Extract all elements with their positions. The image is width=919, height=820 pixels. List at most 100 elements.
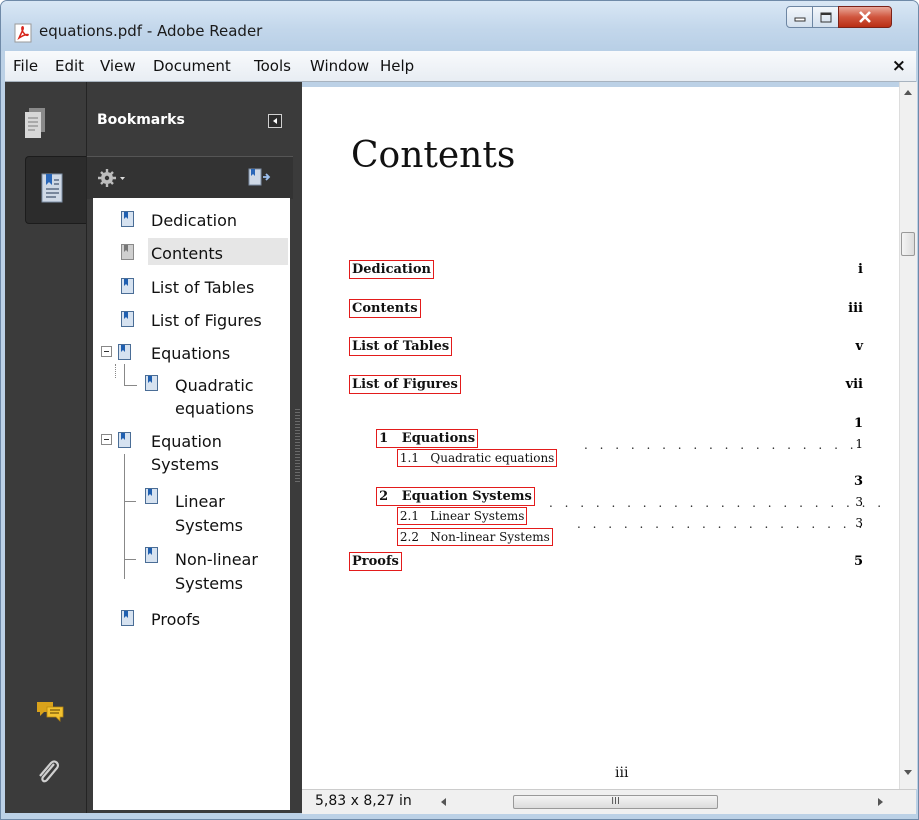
maximize-button[interactable] — [812, 6, 839, 28]
bookmark-current-icon — [121, 244, 134, 260]
bookmark-icon — [121, 610, 134, 626]
vertical-scroll-thumb[interactable] — [901, 232, 915, 256]
bookmark-icon — [121, 278, 134, 294]
horizontal-scrollbar[interactable]: III — [437, 794, 887, 810]
menu-document[interactable]: Document — [153, 57, 231, 75]
bookmark-linear-systems[interactable]: Linear — [175, 490, 225, 514]
expand-bookmark-icon[interactable] — [247, 167, 273, 189]
scroll-left-arrow-icon[interactable] — [441, 798, 446, 806]
collapse-panel-button[interactable] — [268, 114, 282, 128]
document-page: Contents Dedication i Contents iii List … — [302, 87, 899, 789]
bookmarks-title: Bookmarks — [97, 112, 185, 128]
bookmarks-icon — [41, 173, 63, 203]
toc-page-dedication: i — [858, 262, 863, 277]
bookmark-non-linear-systems-line2[interactable]: Systems — [175, 572, 243, 596]
toc-leader-dots: . . . . . . . . . . . . . . . . . . — [584, 438, 858, 452]
bookmark-contents[interactable]: Contents — [151, 242, 223, 266]
toc-link-non-linear-systems[interactable]: 2.2 Non-linear Systems — [396, 528, 553, 546]
page-heading: Contents — [351, 135, 516, 176]
toc-page-proofs: 5 — [853, 554, 863, 569]
collapse-toggle-equation-systems[interactable] — [101, 434, 112, 445]
bookmark-equation-systems[interactable]: Equation — [151, 430, 222, 454]
toc-page-quadratic-equations: 1 — [855, 437, 863, 451]
bookmark-icon — [145, 488, 158, 504]
app-window: equations.pdf - Adobe Reader File Edit V… — [0, 0, 919, 820]
menu-bar: File Edit View Document Tools Window Hel… — [5, 51, 916, 82]
pdf-file-icon — [14, 23, 32, 43]
tree-connector — [124, 454, 125, 579]
vertical-scrollbar[interactable] — [899, 82, 917, 789]
bookmarks-header: Bookmarks — [87, 82, 294, 156]
bookmark-icon — [145, 375, 158, 391]
menu-file[interactable]: File — [13, 57, 38, 75]
bookmark-list-of-tables[interactable]: List of Tables — [151, 276, 254, 300]
toc-leader-dots: . . . . . . . . . . . . . . . . . . . . … — [549, 496, 886, 510]
menu-view[interactable]: View — [100, 57, 136, 75]
minimize-icon — [794, 17, 805, 22]
bookmarks-tab[interactable] — [25, 156, 90, 224]
maximize-icon — [820, 12, 831, 22]
pages-icon[interactable] — [22, 106, 48, 140]
menu-edit[interactable]: Edit — [55, 57, 84, 75]
toc-leader-dots: . . . . . . . . . . . . . . . . . . . — [577, 517, 867, 531]
bookmark-equations[interactable]: Equations — [151, 342, 230, 366]
menu-help[interactable]: Help — [380, 57, 414, 75]
bookmark-icon — [118, 432, 131, 448]
toc-page-list-of-figures: vii — [845, 377, 863, 392]
bookmark-list-of-figures[interactable]: List of Figures — [151, 309, 262, 333]
bookmark-linear-systems-line2[interactable]: Systems — [175, 514, 243, 538]
bookmark-quadratic-equations-line2[interactable]: equations — [175, 397, 254, 421]
tree-connector — [124, 364, 137, 386]
bookmark-icon — [145, 547, 158, 563]
bookmark-icon — [121, 211, 134, 227]
scroll-right-arrow-icon[interactable] — [878, 798, 883, 806]
toc-page-equations: 1 — [853, 416, 863, 431]
menu-window[interactable]: Window — [310, 57, 369, 75]
tree-connector — [115, 364, 116, 378]
menu-tools[interactable]: Tools — [254, 57, 291, 75]
panel-splitter[interactable] — [293, 82, 302, 813]
bookmark-tree: Dedication Contents List of Tables List … — [93, 198, 290, 810]
toc-link-quadratic-equations[interactable]: 1.1 Quadratic equations — [396, 449, 558, 467]
window-title: equations.pdf - Adobe Reader — [39, 22, 263, 40]
bookmark-dedication[interactable]: Dedication — [151, 209, 237, 233]
bookmark-icon — [118, 344, 131, 360]
scroll-down-arrow-icon[interactable] — [904, 770, 912, 775]
close-window-button[interactable] — [838, 6, 892, 28]
toc-page-linear-systems: 3 — [855, 495, 863, 509]
toc-page-non-linear-systems: 3 — [855, 516, 863, 530]
bookmark-non-linear-systems[interactable]: Non-linear — [175, 548, 258, 572]
status-bar: 5,83 x 8,27 in III — [302, 789, 916, 814]
collapse-toggle-equations[interactable] — [101, 346, 112, 357]
triangle-left-icon — [273, 118, 277, 124]
tree-connector — [124, 559, 136, 560]
title-bar: equations.pdf - Adobe Reader — [1, 1, 918, 51]
toc-page-contents: iii — [848, 301, 863, 316]
bookmarks-panel: Bookmarks Dedication Contents List of Ta… — [86, 82, 294, 813]
splitter-grip[interactable] — [295, 409, 300, 484]
toc-link-dedication[interactable]: Dedication — [349, 260, 434, 279]
bookmark-icon — [121, 311, 134, 327]
bookmark-proofs[interactable]: Proofs — [151, 608, 200, 632]
toc-link-list-of-tables[interactable]: List of Tables — [348, 337, 453, 356]
bookmark-equation-systems-line2[interactable]: Systems — [151, 453, 219, 477]
options-gear-icon[interactable] — [97, 167, 127, 189]
close-icon — [859, 11, 871, 23]
page-size-indicator: 5,83 x 8,27 in — [315, 793, 412, 809]
toc-link-list-of-figures[interactable]: List of Figures — [349, 375, 461, 394]
toc-link-contents[interactable]: Contents — [349, 299, 421, 318]
horizontal-scroll-thumb[interactable]: III — [513, 795, 718, 809]
scroll-up-arrow-icon[interactable] — [904, 90, 912, 95]
toc-page-list-of-tables: v — [855, 339, 863, 354]
toc-link-proofs[interactable]: Proofs — [349, 552, 402, 571]
attachments-icon[interactable] — [35, 758, 61, 788]
toc-page-equation-systems: 3 — [853, 474, 863, 489]
bookmark-quadratic-equations[interactable]: Quadratic — [175, 374, 254, 398]
minimize-button[interactable] — [786, 6, 813, 28]
close-document-button[interactable]: × — [892, 56, 906, 76]
tree-connector — [124, 501, 136, 502]
page-footer-number: iii — [615, 765, 629, 781]
comments-icon[interactable] — [35, 699, 65, 725]
navigation-pane-strip — [5, 82, 90, 813]
bookmarks-toolbar — [87, 156, 294, 199]
